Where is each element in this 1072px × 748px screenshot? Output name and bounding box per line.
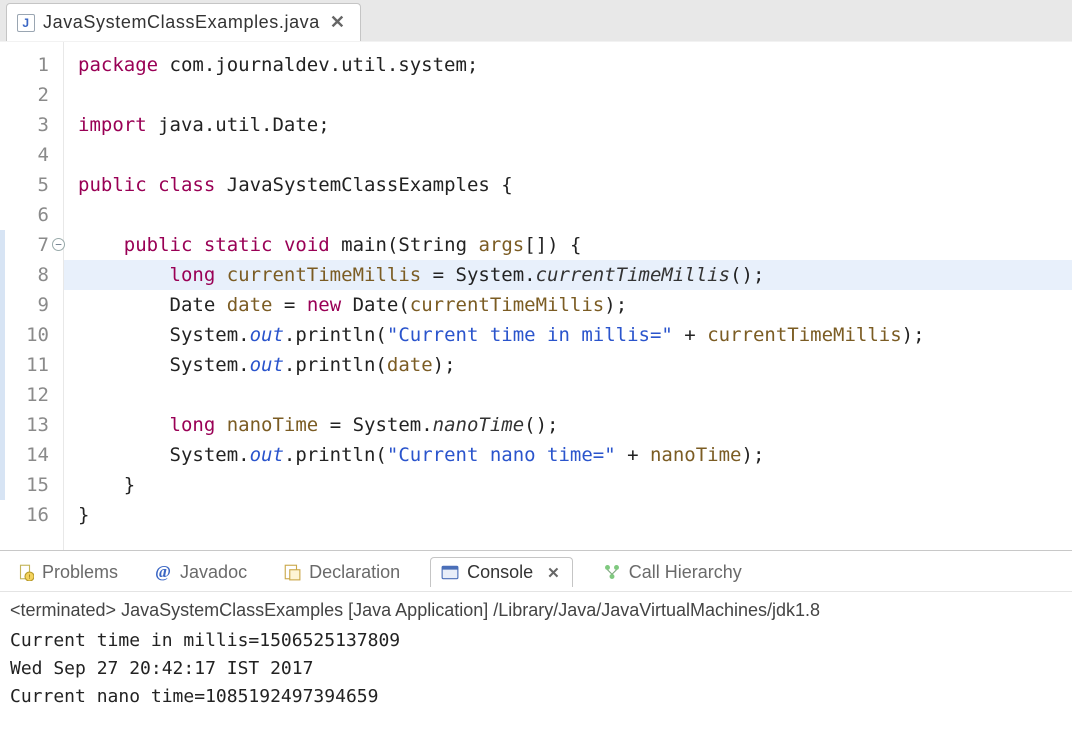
line-number: 12 xyxy=(0,380,63,410)
console-line: Wed Sep 27 20:42:17 IST 2017 xyxy=(10,655,1062,683)
editor-tab[interactable]: J JavaSystemClassExamples.java ✕ xyxy=(6,3,361,41)
line-number: 3 xyxy=(0,110,63,140)
line-number: 9 xyxy=(0,290,63,320)
console-output: Current time in millis=1506525137809Wed … xyxy=(10,627,1062,711)
console-line: Current time in millis=1506525137809 xyxy=(10,627,1062,655)
tab-problems[interactable]: ! Problems xyxy=(10,558,124,587)
code-line[interactable]: import java.util.Date; xyxy=(78,110,1072,140)
code-line[interactable]: long currentTimeMillis = System.currentT… xyxy=(64,260,1072,290)
code-line[interactable] xyxy=(78,380,1072,410)
svg-text:!: ! xyxy=(29,574,31,581)
tab-label: Console xyxy=(467,562,533,583)
code-line[interactable]: package com.journaldev.util.system; xyxy=(78,50,1072,80)
close-icon[interactable]: ✕ xyxy=(545,564,562,582)
line-number: 4 xyxy=(0,140,63,170)
call-hierarchy-icon xyxy=(603,563,621,581)
tab-label: Declaration xyxy=(309,562,400,583)
console-line: Current nano time=1085192497394659 xyxy=(10,683,1062,711)
code-line[interactable] xyxy=(78,80,1072,110)
console-icon xyxy=(441,564,459,582)
line-number: 5 xyxy=(0,170,63,200)
line-number: 2 xyxy=(0,80,63,110)
line-number: 11 xyxy=(0,350,63,380)
line-number: 10 xyxy=(0,320,63,350)
code-line[interactable]: } xyxy=(78,500,1072,530)
problems-icon: ! xyxy=(16,563,34,581)
console-view[interactable]: <terminated> JavaSystemClassExamples [Ja… xyxy=(0,592,1072,748)
fold-toggle-icon[interactable]: − xyxy=(52,238,65,251)
bottom-panel: ! Problems @ Javadoc Declaration Console… xyxy=(0,550,1072,748)
tab-javadoc[interactable]: @ Javadoc xyxy=(148,558,253,587)
code-line[interactable]: System.out.println("Current time in mill… xyxy=(78,320,1072,350)
declaration-icon xyxy=(283,563,301,581)
code-area[interactable]: package com.journaldev.util.system; impor… xyxy=(64,42,1072,550)
line-number: 15 xyxy=(0,470,63,500)
tab-declaration[interactable]: Declaration xyxy=(277,558,406,587)
code-line[interactable]: long nanoTime = System.nanoTime(); xyxy=(78,410,1072,440)
line-number: 16 xyxy=(0,500,63,530)
line-number: 7− xyxy=(0,230,63,260)
line-number-gutter: 1234567−8910111213141516 xyxy=(0,42,64,550)
tab-label: Problems xyxy=(42,562,118,583)
close-icon[interactable]: ✕ xyxy=(328,12,348,33)
editor-tab-filename: JavaSystemClassExamples.java xyxy=(43,12,320,33)
tab-label: Call Hierarchy xyxy=(629,562,742,583)
code-line[interactable]: System.out.println(date); xyxy=(78,350,1072,380)
code-line[interactable] xyxy=(78,200,1072,230)
console-launch-header: <terminated> JavaSystemClassExamples [Ja… xyxy=(10,600,1062,621)
code-line[interactable]: Date date = new Date(currentTimeMillis); xyxy=(78,290,1072,320)
tab-console[interactable]: Console ✕ xyxy=(430,557,573,587)
code-line[interactable]: public class JavaSystemClassExamples { xyxy=(78,170,1072,200)
code-line[interactable]: System.out.println("Current nano time=" … xyxy=(78,440,1072,470)
tab-call-hierarchy[interactable]: Call Hierarchy xyxy=(597,558,748,587)
line-number: 14 xyxy=(0,440,63,470)
editor-tab-bar: J JavaSystemClassExamples.java ✕ xyxy=(0,0,1072,42)
bottom-tab-bar: ! Problems @ Javadoc Declaration Console… xyxy=(0,551,1072,592)
java-file-icon: J xyxy=(17,14,35,32)
tab-label: Javadoc xyxy=(180,562,247,583)
code-editor[interactable]: 1234567−8910111213141516 package com.jou… xyxy=(0,42,1072,550)
javadoc-icon: @ xyxy=(154,563,172,581)
line-number: 6 xyxy=(0,200,63,230)
code-line[interactable]: public static void main(String args[]) { xyxy=(78,230,1072,260)
line-number: 8 xyxy=(0,260,63,290)
code-line[interactable] xyxy=(78,140,1072,170)
code-line[interactable]: } xyxy=(78,470,1072,500)
line-number: 13 xyxy=(0,410,63,440)
line-number: 1 xyxy=(0,50,63,80)
